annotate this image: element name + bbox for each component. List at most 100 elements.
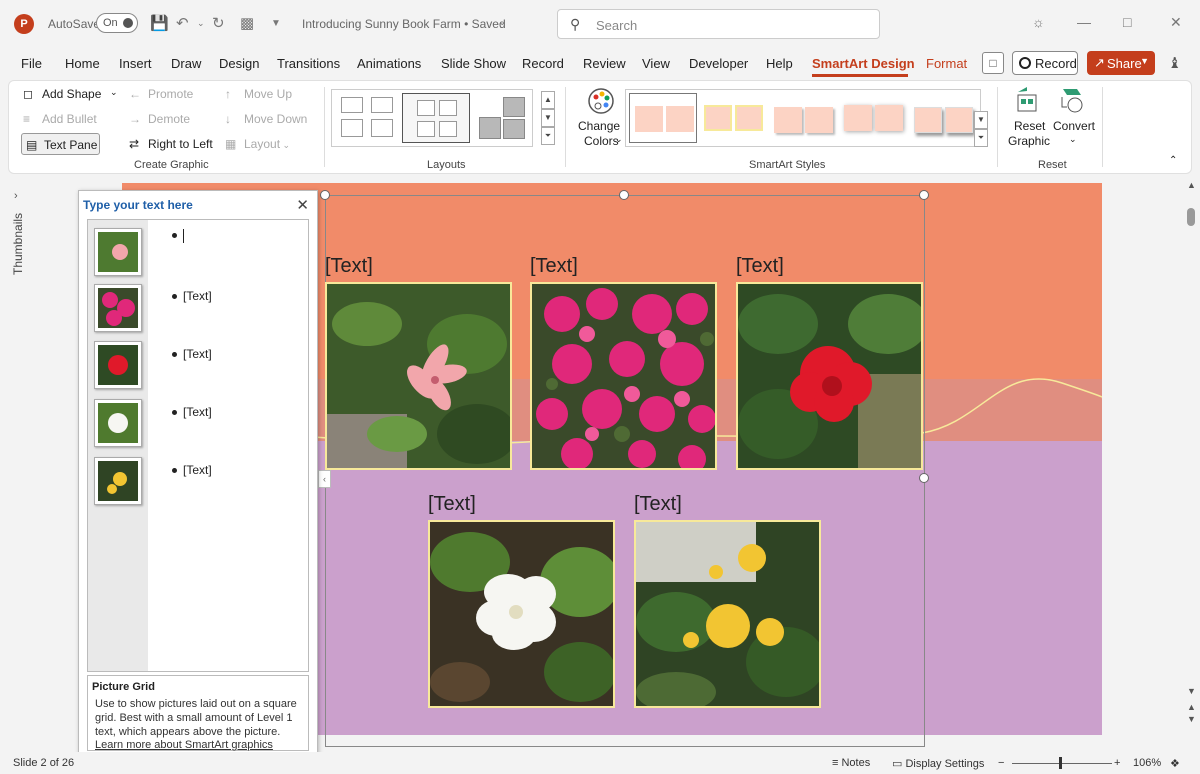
resize-handle[interactable] <box>619 190 629 200</box>
autosave-toggle[interactable]: On <box>96 13 138 33</box>
demote-button[interactable]: → Demote <box>129 112 190 126</box>
picture-thumb[interactable] <box>94 457 142 505</box>
move-down-button[interactable]: ↓ Move Down <box>225 112 307 126</box>
customize-toolbar-icon[interactable]: ▼ <box>271 18 281 29</box>
text-pane-editor[interactable]: [Text] [Text] [Text] [Text] <box>87 219 309 672</box>
redo-icon[interactable]: ↻ <box>212 14 225 32</box>
resize-handle[interactable] <box>919 190 929 200</box>
text-pane-button[interactable]: ▤ Text Pane <box>21 133 100 155</box>
tab-draw[interactable]: Draw <box>171 56 201 71</box>
photo-red-hibiscus[interactable] <box>736 282 923 470</box>
collapse-ribbon-icon[interactable]: ⌃ <box>1169 155 1177 166</box>
smartart-item-label[interactable]: [Text] <box>634 493 682 516</box>
previous-slide-icon[interactable]: ▲ <box>1187 702 1196 712</box>
text-pane-bullet[interactable]: [Text] <box>172 347 212 361</box>
scroll-up-icon[interactable]: ▲ <box>1187 180 1196 190</box>
lightbulb-icon[interactable]: ☼ <box>1032 14 1045 30</box>
gallery-more-icon[interactable]: ⏷ <box>974 129 988 147</box>
tab-record[interactable]: Record <box>522 56 564 71</box>
learn-more-link[interactable]: Learn more about SmartArt graphics <box>95 739 273 751</box>
gallery-down-icon[interactable]: ▼ <box>974 111 988 129</box>
expand-thumbnails-icon[interactable]: › <box>14 190 18 202</box>
scrollbar-thumb[interactable] <box>1187 208 1195 226</box>
style-option-5[interactable] <box>909 93 977 143</box>
reset-graphic-icon[interactable] <box>1012 85 1042 115</box>
style-option-2[interactable] <box>699 93 767 143</box>
chevron-down-icon[interactable]: ⌄ <box>615 134 623 145</box>
smartart-item-label[interactable]: [Text] <box>428 493 476 516</box>
tab-design[interactable]: Design <box>219 56 259 71</box>
photo-pink-azalea[interactable] <box>325 282 512 470</box>
add-shape-dropdown-icon[interactable]: ⌄ <box>110 87 118 98</box>
layout-option-1[interactable] <box>335 93 403 143</box>
maximize-icon[interactable]: □ <box>1123 14 1131 30</box>
picture-thumb[interactable] <box>94 399 142 447</box>
photo-white-gardenia[interactable] <box>428 520 615 708</box>
thumbnails-label[interactable]: Thumbnails <box>11 213 25 275</box>
layout-button[interactable]: ▦ Layout ⌄ <box>225 137 290 151</box>
search-input[interactable]: ⚲ Search <box>557 9 880 39</box>
coauthor-icon[interactable]: ♝ <box>1168 54 1181 72</box>
tab-transitions[interactable]: Transitions <box>277 56 340 71</box>
tab-help[interactable]: Help <box>766 56 793 71</box>
comments-button[interactable]: □ <box>982 52 1004 74</box>
smartart-item-label[interactable]: [Text] <box>736 255 784 278</box>
gallery-up-icon[interactable]: ▲ <box>541 91 555 109</box>
picture-thumb[interactable] <box>94 341 142 389</box>
next-slide-icon[interactable]: ▼ <box>1187 714 1196 724</box>
text-pane-bullet[interactable] <box>172 228 184 243</box>
tab-home[interactable]: Home <box>65 56 100 71</box>
close-text-pane-icon[interactable]: ✕ <box>296 196 309 214</box>
undo-dropdown-icon[interactable]: ⌄ <box>197 18 205 29</box>
text-pane-bullet[interactable]: [Text] <box>172 405 212 419</box>
undo-icon[interactable]: ↶ <box>176 14 189 32</box>
photo-yellow-ixora[interactable] <box>634 520 821 708</box>
tab-smartart-design[interactable]: SmartArt Design <box>812 56 915 71</box>
layout-option-3[interactable] <box>469 93 537 143</box>
scroll-down-icon[interactable]: ▼ <box>1187 686 1196 696</box>
zoom-slider[interactable] <box>1012 763 1112 764</box>
title-chevron-icon[interactable]: ⌄ <box>498 17 506 28</box>
convert-icon[interactable] <box>1057 85 1087 115</box>
smartart-frame[interactable] <box>325 195 925 747</box>
tab-format[interactable]: Format <box>926 56 967 71</box>
tab-view[interactable]: View <box>642 56 670 71</box>
save-icon[interactable]: 💾 <box>150 14 169 32</box>
resize-handle[interactable] <box>919 473 929 483</box>
tab-animations[interactable]: Animations <box>357 56 421 71</box>
zoom-slider-knob[interactable] <box>1059 757 1062 769</box>
gallery-down-icon[interactable]: ▼ <box>541 109 555 127</box>
document-title[interactable]: Introducing Sunny Book Farm • Saved <box>302 17 506 31</box>
move-up-button[interactable]: ↑ Move Up <box>225 87 292 101</box>
tab-file[interactable]: File <box>21 56 42 71</box>
style-option-1[interactable] <box>629 93 697 143</box>
change-colors-label-1[interactable]: Change <box>578 119 620 133</box>
minimize-icon[interactable]: — <box>1077 14 1091 30</box>
picture-thumb[interactable] <box>94 284 142 332</box>
tab-review[interactable]: Review <box>583 56 626 71</box>
tab-insert[interactable]: Insert <box>119 56 152 71</box>
share-button[interactable]: ↗ Share ▼ <box>1087 51 1155 75</box>
convert-label[interactable]: Convert <box>1053 119 1095 133</box>
style-option-4[interactable] <box>839 93 907 143</box>
add-bullet-button[interactable]: ≡ Add Bullet <box>23 112 97 126</box>
record-button[interactable]: Record <box>1012 51 1078 75</box>
picture-thumb[interactable] <box>94 228 142 276</box>
resize-handle[interactable] <box>320 190 330 200</box>
tab-slide-show[interactable]: Slide Show <box>441 56 506 71</box>
style-option-3[interactable] <box>769 93 837 143</box>
display-settings-button[interactable]: ▭ Display Settings <box>892 757 984 770</box>
reset-graphic-label-1[interactable]: Reset <box>1014 119 1045 133</box>
add-shape-button[interactable]: ◻ Add Shape <box>23 87 101 101</box>
gallery-more-icon[interactable]: ⏷ <box>541 127 555 145</box>
change-colors-label-2[interactable]: Colors <box>584 134 619 148</box>
text-pane-bullet[interactable]: [Text] <box>172 463 212 477</box>
notes-button[interactable]: ≡ Notes <box>832 757 870 769</box>
smartart-item-label[interactable]: [Text] <box>325 255 373 278</box>
zoom-out-icon[interactable]: − <box>998 757 1004 769</box>
fit-slide-icon[interactable]: ❖ <box>1170 757 1180 770</box>
promote-button[interactable]: ← Promote <box>129 87 193 101</box>
palette-icon[interactable] <box>587 87 615 115</box>
smartart-item-label[interactable]: [Text] <box>530 255 578 278</box>
reset-graphic-label-2[interactable]: Graphic <box>1008 134 1050 148</box>
